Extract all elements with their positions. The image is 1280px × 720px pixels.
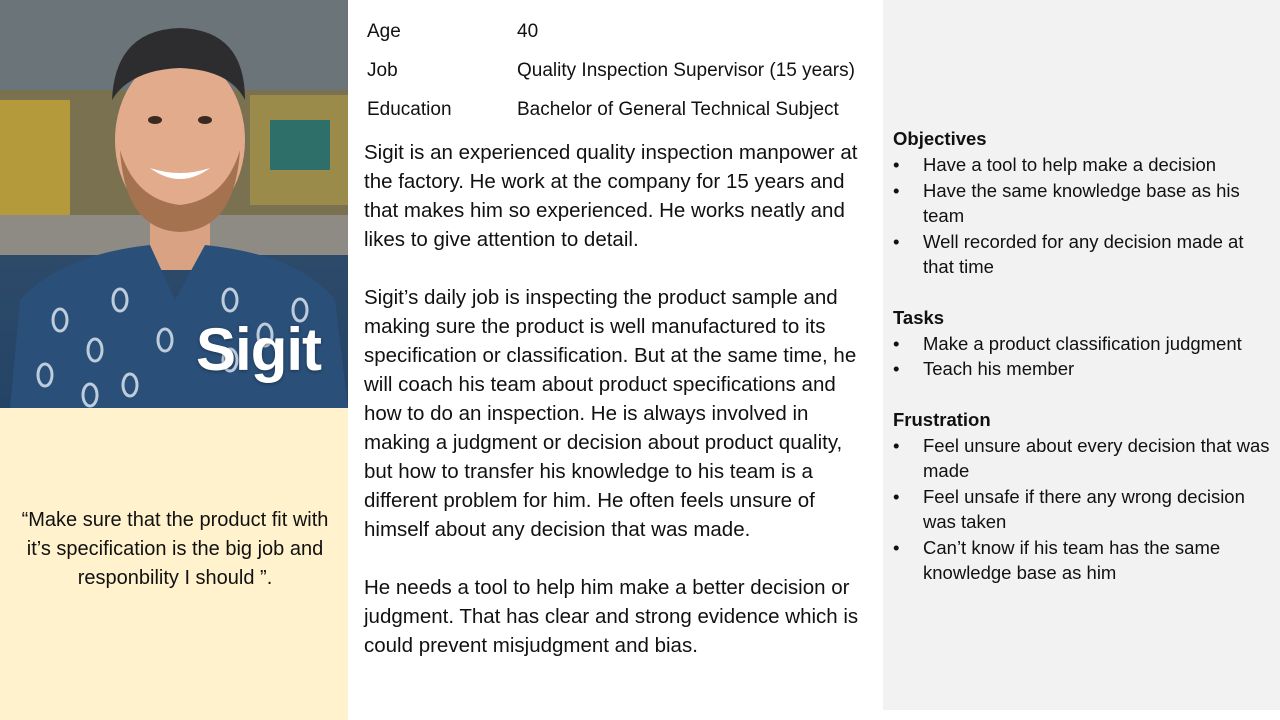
profile-value: Quality Inspection Supervisor (15 years) [517,59,855,81]
objectives-list: • Have a tool to help make a decision • Ha… [893,152,1273,280]
tasks-list: • Make a product classification judgment … [893,331,1273,382]
profile-table: Age 40 Job Quality Inspection Supervisor… [367,12,877,129]
section-frustration: Frustration • Feel unsure about every dec… [893,407,1273,586]
bio-paragraph: Sigit is an experienced quality inspecti… [364,141,858,251]
section-title: Frustration [893,408,991,430]
bullet-icon: • [893,179,900,201]
list-item-text: Feel unsure about every decision that wa… [923,434,1270,482]
list-item-text: Have a tool to help make a decision [923,154,1217,175]
section-title: Objectives [893,128,987,149]
bio-paragraph: He needs a tool to help him make a bette… [364,576,859,657]
quote-panel: “Make sure that the product fit with it’… [0,408,348,720]
list-item: • Have the same knowledge base as his tea… [893,178,1273,229]
list-item: • Feel unsafe if there any wrong decision… [893,484,1273,535]
bullet-icon: • [893,154,900,175]
list-item: • Well recorded for any decision made at … [893,229,1273,280]
profile-value: Bachelor of General Technical Subject [517,98,839,120]
bullet-icon: • [893,485,900,507]
section-tasks: Tasks • Make a product classification jud… [893,305,1273,382]
persona-photo: Sigit [0,0,348,408]
bullet-icon: • [893,332,900,354]
profile-label: Education [367,98,452,120]
list-item-text: Have the same knowledge base as his team [923,179,1240,227]
list-item: • Can’t know if his team has the same kno… [893,535,1273,586]
list-item: • Have a tool to help make a decision [893,152,1273,178]
profile-row-job: Job Quality Inspection Supervisor (15 ye… [367,51,877,90]
bio-paragraph: Sigit’s daily job is inspecting the prod… [364,286,857,541]
profile-label: Job [367,59,398,81]
bullet-icon: • [893,230,900,252]
list-item-text: Make a product classification judgment [923,332,1242,354]
persona-name: Sigit [196,316,322,383]
section-title: Tasks [893,306,945,328]
frustration-list: • Feel unsure about every decision that w… [893,433,1273,586]
profile-row-education: Education Bachelor of General Technical … [367,90,877,129]
list-item: • Teach his member [893,356,1273,382]
profile-value: 40 [517,20,539,42]
persona-bio: Sigit is an experienced quality inspecti… [364,138,876,689]
bullet-icon: • [893,536,900,558]
profile-label: Age [367,20,401,42]
profile-row-age: Age 40 [367,12,877,51]
section-objectives: Objectives • Have a tool to help make a d… [893,126,1273,280]
list-item: • Make a product classification judgment [893,331,1273,357]
side-panel: Objectives • Have a tool to help make a d… [883,0,1280,710]
list-item-text: Can’t know if his team has the same know… [923,536,1221,584]
bullet-icon: • [893,434,900,456]
persona-quote: “Make sure that the product fit with it’… [21,509,329,589]
list-item-text: Well recorded for any decision made at t… [923,230,1244,278]
list-item-text: Feel unsafe if there any wrong decision … [923,485,1245,533]
list-item: • Feel unsure about every decision that w… [893,433,1273,484]
bullet-icon: • [893,358,900,379]
list-item-text: Teach his member [923,358,1075,379]
side-content: Objectives • Have a tool to help make a d… [893,126,1273,611]
